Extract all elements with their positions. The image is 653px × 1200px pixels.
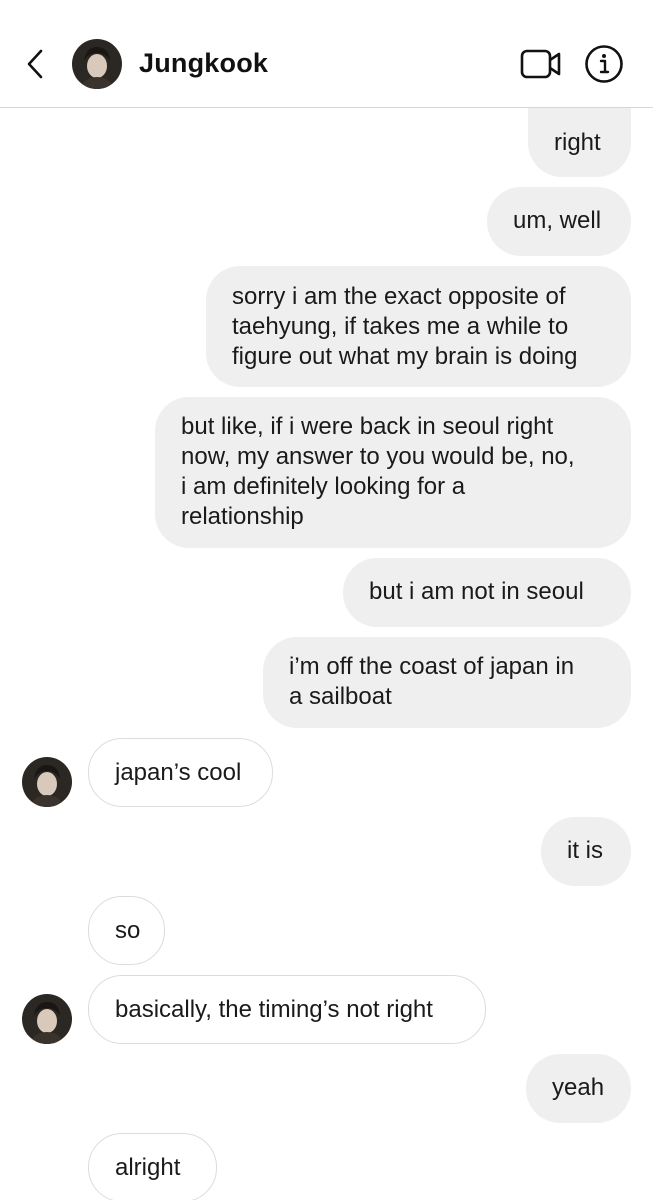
- message-text: japan’s cool: [115, 759, 242, 786]
- avatar-image: [22, 757, 72, 807]
- sent-message[interactable]: it is: [541, 817, 631, 886]
- sent-message[interactable]: sorry i am the exact opposite of taehyun…: [206, 266, 631, 387]
- message-thread[interactable]: right um, well sorry i am the exact oppo…: [0, 0, 653, 1200]
- info-icon: [585, 45, 623, 83]
- message-line: but like, if i were back in seoul right: [181, 413, 554, 440]
- message-line: now, my answer to you would be, no,: [181, 443, 575, 470]
- chat-header: Jungkook: [0, 0, 653, 108]
- video-camera-icon: [520, 49, 561, 79]
- sent-message[interactable]: but i am not in seoul: [343, 558, 631, 627]
- message-line: relationship: [181, 503, 304, 530]
- message-line: i’m off the coast of japan in: [289, 653, 575, 680]
- sent-message[interactable]: yeah: [526, 1054, 631, 1123]
- message-text: so: [115, 917, 141, 944]
- back-button[interactable]: [18, 44, 52, 84]
- message-text: right: [554, 129, 601, 156]
- chevron-left-icon: [27, 49, 43, 79]
- message-text: yeah: [552, 1074, 605, 1101]
- sent-message[interactable]: right: [528, 108, 631, 177]
- avatar-image: [72, 39, 122, 89]
- sent-message[interactable]: i’m off the coast of japan in a sailboat: [263, 637, 631, 728]
- message-line: a sailboat: [289, 683, 392, 710]
- message-line: i am definitely looking for a: [181, 473, 466, 500]
- contact-avatar[interactable]: [72, 39, 122, 89]
- chat-screen: right um, well sorry i am the exact oppo…: [0, 0, 653, 1200]
- received-message[interactable]: so: [88, 896, 165, 965]
- contact-avatar[interactable]: [22, 994, 72, 1044]
- sent-message[interactable]: um, well: [487, 187, 631, 256]
- avatar-image: [22, 994, 72, 1044]
- sent-message[interactable]: but like, if i were back in seoul right …: [155, 397, 631, 548]
- video-call-button[interactable]: [520, 46, 562, 82]
- message-text: alright: [115, 1154, 181, 1181]
- message-text: basically, the timing’s not right: [115, 996, 433, 1023]
- received-message[interactable]: japan’s cool: [88, 738, 273, 807]
- message-line: sorry i am the exact opposite of: [232, 283, 566, 310]
- received-message[interactable]: basically, the timing’s not right: [88, 975, 486, 1044]
- received-message[interactable]: alright: [88, 1133, 217, 1200]
- message-line: taehyung, if takes me a while to: [232, 313, 569, 340]
- contact-avatar[interactable]: [22, 757, 72, 807]
- message-text: but i am not in seoul: [369, 578, 584, 605]
- message-text: um, well: [513, 207, 602, 234]
- message-line: figure out what my brain is doing: [232, 343, 578, 370]
- info-button[interactable]: [584, 44, 624, 84]
- contact-name[interactable]: Jungkook: [139, 48, 268, 79]
- message-text: it is: [567, 837, 603, 864]
